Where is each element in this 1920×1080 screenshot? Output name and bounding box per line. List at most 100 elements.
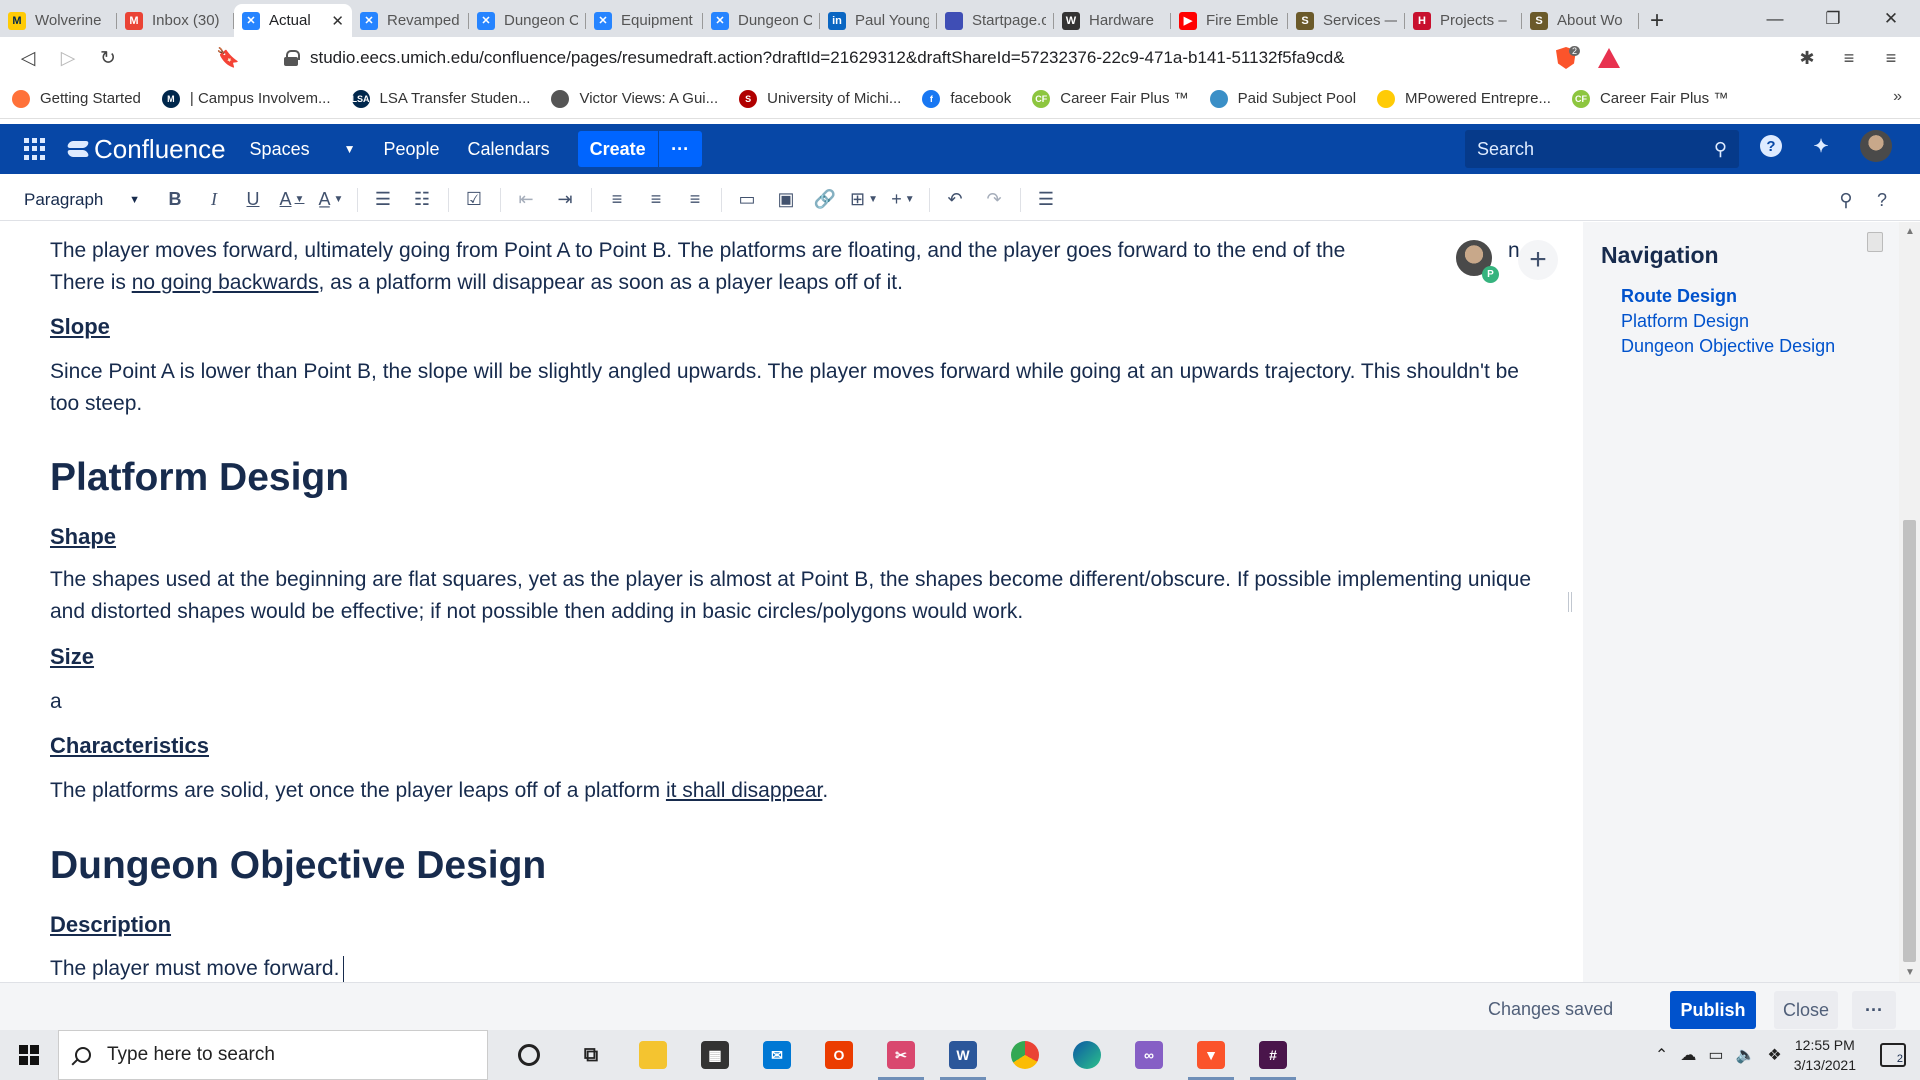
office-icon[interactable]: O — [808, 1030, 870, 1080]
volume-icon[interactable]: 🔈 — [1735, 1045, 1755, 1065]
align-right-icon[interactable]: ≡ — [680, 185, 710, 215]
find-replace-icon[interactable]: ⚲ — [1828, 185, 1864, 215]
align-center-icon[interactable]: ≡ — [641, 185, 671, 215]
nav-spaces[interactable]: Spaces ▼ — [250, 139, 356, 160]
back-icon[interactable]: ◁ — [8, 40, 48, 76]
scroll-down-icon[interactable]: ▼ — [1905, 967, 1915, 978]
word-icon[interactable]: W — [932, 1030, 994, 1080]
browser-tab[interactable]: S About Wo — [1522, 4, 1639, 37]
browser-tab[interactable]: ✕ Dungeon C — [469, 4, 586, 37]
navigation-scroll-handle[interactable] — [1867, 232, 1883, 252]
bookmark-item[interactable]: Getting Started — [12, 89, 141, 108]
brave-rewards-icon[interactable] — [1598, 48, 1620, 68]
brave-browser-icon[interactable]: ▼ — [1180, 1030, 1242, 1080]
browser-tab[interactable]: ✕ Actual ✕ — [234, 4, 352, 37]
bookmark-item[interactable]: MPowered Entrepre... — [1377, 89, 1551, 108]
new-tab-button[interactable]: + — [1639, 4, 1675, 37]
browser-tab[interactable]: ✕ Dungeon C — [703, 4, 820, 37]
mail-icon[interactable]: ✉ — [746, 1030, 808, 1080]
url-field[interactable]: studio.eecs.umich.edu/confluence/pages/r… — [284, 41, 1544, 75]
align-left-icon[interactable]: ≡ — [602, 185, 632, 215]
link-icon[interactable]: 🔗 — [810, 185, 840, 215]
browser-tab[interactable]: M Wolverine — [0, 4, 117, 37]
editor-help-icon[interactable]: ? — [1864, 185, 1900, 215]
bookmark-item[interactable]: CF Career Fair Plus ™ — [1032, 89, 1189, 108]
nav-calendars[interactable]: Calendars — [468, 139, 550, 160]
system-clock[interactable]: 12:55 PM 3/13/2021 — [1794, 1035, 1856, 1075]
help-icon[interactable]: ? — [1760, 135, 1782, 157]
add-collaborator-button[interactable]: + — [1518, 240, 1558, 280]
browser-tab[interactable]: S Services — — [1288, 4, 1405, 37]
show-hidden-icons-icon[interactable]: ⌃ — [1655, 1045, 1668, 1065]
notifications-icon[interactable]: 2 — [1880, 1043, 1906, 1067]
bookmark-item[interactable]: M | Campus Involvem... — [161, 89, 331, 108]
paragraph-style-dropdown[interactable]: Paragraph ▼ — [24, 185, 140, 215]
outdent-icon[interactable]: ⇤ — [511, 185, 541, 215]
bold-icon[interactable]: B — [160, 185, 190, 215]
publish-button[interactable]: Publish — [1670, 991, 1756, 1029]
edge-icon[interactable] — [1056, 1030, 1118, 1080]
search-field[interactable]: Search ⚲ — [1465, 130, 1739, 168]
italic-icon[interactable]: I — [199, 185, 229, 215]
bookmark-item[interactable]: Victor Views: A Gui... — [551, 89, 718, 108]
battery-icon[interactable]: ▭ — [1708, 1045, 1723, 1065]
bookmark-item[interactable]: LSA LSA Transfer Studen... — [351, 89, 530, 108]
bookmark-item[interactable]: Paid Subject Pool — [1209, 89, 1356, 108]
page-scrollbar[interactable]: ▲ ▼ — [1899, 222, 1920, 982]
reading-list-icon[interactable]: ≡ — [1828, 41, 1870, 75]
extensions-icon[interactable]: ✱ — [1786, 41, 1828, 75]
layout-icon[interactable]: ▭ — [732, 185, 762, 215]
start-button[interactable] — [0, 1030, 58, 1080]
browser-tab[interactable]: ▶ Fire Emble — [1171, 4, 1288, 37]
close-button[interactable]: Close — [1774, 991, 1838, 1029]
browser-tab[interactable]: H Projects – — [1405, 4, 1522, 37]
underline-icon[interactable]: U — [238, 185, 268, 215]
image-icon[interactable]: ▣ — [771, 185, 801, 215]
redo-icon[interactable]: ↷ — [979, 185, 1009, 215]
task-view-icon[interactable]: ⧉ — [560, 1030, 622, 1080]
forward-icon[interactable]: ▷ — [48, 40, 88, 76]
slack-icon[interactable]: # — [1242, 1030, 1304, 1080]
text-color-icon[interactable]: A ▼ — [277, 185, 307, 215]
page-properties-icon[interactable]: ☰ — [1031, 185, 1061, 215]
file-explorer-icon[interactable] — [622, 1030, 684, 1080]
onedrive-icon[interactable]: ☁ — [1680, 1045, 1696, 1065]
nav-link-platform-design[interactable]: Platform Design — [1621, 309, 1835, 334]
browser-tab[interactable]: W Hardware — [1054, 4, 1171, 37]
snip-sketch-icon[interactable]: ✂ — [870, 1030, 932, 1080]
nav-people[interactable]: People — [383, 139, 439, 160]
bookmark-item[interactable]: f facebook — [922, 89, 1011, 108]
bookmark-item[interactable]: CF Career Fair Plus ™ — [1571, 89, 1728, 108]
browser-tab[interactable]: ✕ Equipment — [586, 4, 703, 37]
dropbox-icon[interactable]: ❖ — [1767, 1045, 1781, 1065]
scrollbar-thumb[interactable] — [1903, 520, 1916, 962]
undo-icon[interactable]: ↶ — [940, 185, 970, 215]
panel-resize-handle[interactable] — [1568, 592, 1572, 612]
browser-tab[interactable]: Startpage.c — [937, 4, 1054, 37]
create-button[interactable]: Create — [577, 131, 658, 167]
text-format-icon[interactable]: A̲ ▼ — [316, 185, 346, 215]
close-tab-icon[interactable]: ✕ — [331, 12, 344, 30]
numbered-list-icon[interactable]: ☷ — [407, 185, 437, 215]
app-switcher-icon[interactable] — [24, 138, 46, 160]
bookmark-icon[interactable]: 🔖 — [208, 40, 248, 76]
close-window-icon[interactable]: ✕ — [1862, 0, 1920, 37]
chrome-icon[interactable] — [994, 1030, 1056, 1080]
reload-icon[interactable]: ↻ — [88, 40, 128, 76]
cortana-icon[interactable] — [498, 1030, 560, 1080]
more-actions-button[interactable]: ··· — [1852, 991, 1896, 1029]
visual-studio-icon[interactable]: ∞ — [1118, 1030, 1180, 1080]
bullet-list-icon[interactable]: ☰ — [368, 185, 398, 215]
scroll-up-icon[interactable]: ▲ — [1905, 226, 1915, 237]
task-list-icon[interactable]: ☑ — [459, 185, 489, 215]
nav-link-dungeon-objective-design[interactable]: Dungeon Objective Design — [1621, 334, 1835, 359]
browser-tab[interactable]: in Paul Young — [820, 4, 937, 37]
create-more-button[interactable]: ··· — [657, 131, 702, 167]
user-avatar[interactable] — [1860, 130, 1892, 162]
nav-link-route-design[interactable]: Route Design — [1621, 284, 1835, 309]
minimize-icon[interactable]: — — [1746, 0, 1804, 37]
more-bookmarks-icon[interactable]: » — [1893, 88, 1902, 106]
editor-content[interactable]: The player moves forward, ultimately goi… — [0, 222, 1582, 982]
indent-icon[interactable]: ⇥ — [550, 185, 580, 215]
confluence-logo[interactable]: Confluence — [68, 134, 226, 165]
